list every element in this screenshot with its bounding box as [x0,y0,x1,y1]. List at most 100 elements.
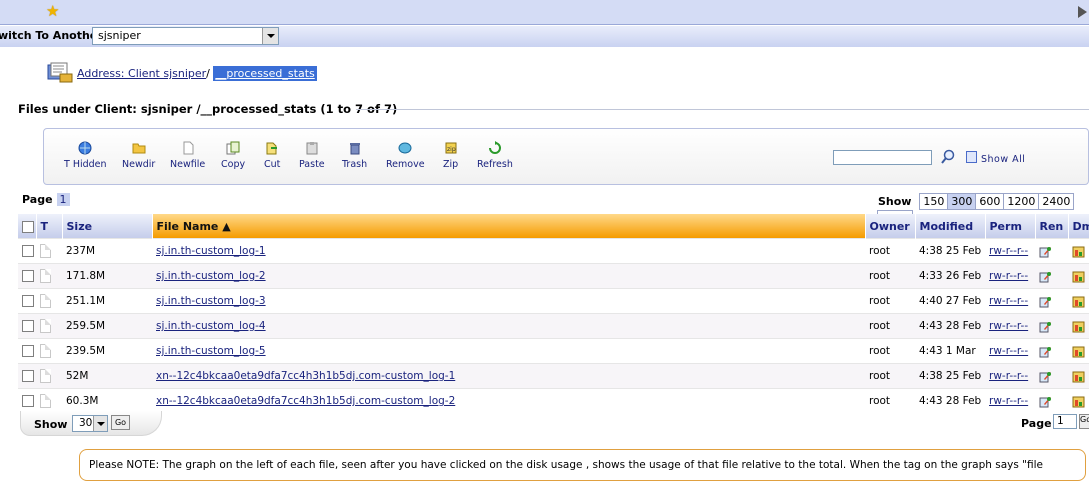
zip-button[interactable]: zip Zip [443,141,458,170]
disk-usage-icon[interactable] [1072,345,1085,358]
disk-usage-icon[interactable] [1072,395,1085,408]
file-name-link[interactable]: sj.in.th-custom_log-5 [156,345,266,357]
search-input[interactable] [833,150,932,165]
file-name-link[interactable]: sj.in.th-custom_log-1 [156,245,266,257]
pagination-bottom: Page 1 Go [1021,414,1089,430]
file-name-link[interactable]: sj.in.th-custom_log-4 [156,320,266,332]
perm-link[interactable]: rw-r--r-- [989,245,1028,257]
col-type[interactable]: T [36,214,63,239]
perm-link[interactable]: rw-r--r-- [989,270,1028,282]
row-select-cell[interactable] [18,388,36,413]
row-select-cell[interactable] [18,363,36,389]
table-header-row: T Size File Name ▲ Owner Modified Perm R… [18,214,1089,239]
select-all-checkbox[interactable] [22,220,34,233]
breadcrumb-current[interactable]: __processed_stats [213,66,317,81]
cut-button[interactable]: Cut [264,141,280,170]
menu-arrow-icon[interactable] [1078,6,1087,18]
bottom-show-select[interactable]: 30 [72,415,108,432]
rename-icon[interactable] [1039,295,1052,308]
pagination-top: Page 1 [22,193,70,206]
col-owner[interactable]: Owner [865,214,916,239]
rename-icon[interactable] [1039,370,1052,383]
row-dm-cell [1068,238,1089,264]
file-icon [183,141,194,155]
row-owner: root [865,338,915,364]
col-dm: Dm [1068,214,1089,239]
bottom-show-go-button[interactable]: Go [111,415,130,430]
row-ren-cell [1035,388,1068,413]
perm-link[interactable]: rw-r--r-- [989,320,1028,332]
file-name-link[interactable]: sj.in.th-custom_log-2 [156,270,266,282]
search-icon[interactable] [940,149,956,165]
disk-usage-icon[interactable] [1072,320,1085,333]
col-file-name[interactable]: File Name ▲ [152,214,866,239]
rename-icon[interactable] [1039,270,1052,283]
chevron-down-icon[interactable] [93,416,107,431]
show-label: Show [878,195,912,208]
row-type-cell [36,363,62,389]
row-select-cell[interactable] [18,288,36,314]
newfile-button[interactable]: Newfile [170,141,205,170]
page-go-button[interactable]: Go [1079,414,1089,429]
row-select-cell[interactable] [18,338,36,364]
remove-button[interactable]: Remove [386,141,425,170]
rename-icon[interactable] [1039,320,1052,333]
rename-icon[interactable] [1039,245,1052,258]
row-checkbox[interactable] [22,345,34,357]
file-name-link[interactable]: xn--12c4bkcaa0eta9dfa7cc4h3h1b5dj.com-cu… [156,395,455,407]
trash-button[interactable]: Trash [342,141,367,170]
row-select-cell[interactable] [18,263,36,289]
client-select[interactable]: sjsniper [92,27,279,45]
chevron-down-icon[interactable] [262,28,278,44]
row-select-cell[interactable] [18,313,36,339]
show-all-button[interactable]: Show All [966,151,1025,165]
col-ren: Ren [1035,214,1069,239]
disk-usage-icon[interactable] [1072,270,1085,283]
perm-link[interactable]: rw-r--r-- [989,370,1028,382]
row-checkbox[interactable] [22,270,34,282]
perm-link[interactable]: rw-r--r-- [989,345,1028,357]
address-book-icon [47,62,73,83]
copy-button[interactable]: Copy [221,141,245,170]
page-input[interactable]: 1 [1053,414,1077,429]
show-option[interactable]: 600 [975,193,1005,210]
rename-icon[interactable] [1039,395,1052,408]
sort-asc-icon: ▲ [222,219,231,233]
col-perm[interactable]: Perm [985,214,1036,239]
row-type-cell [36,288,62,314]
disk-usage-icon[interactable] [1072,295,1085,308]
show-option[interactable]: 150 [919,193,949,210]
row-checkbox[interactable] [22,370,34,382]
col-size[interactable]: Size [62,214,153,239]
show-option[interactable]: 300 [947,193,977,210]
row-checkbox[interactable] [22,395,34,407]
show-option[interactable]: 1200 [1003,193,1040,210]
newdir-button[interactable]: Newdir [122,141,155,170]
perm-link[interactable]: rw-r--r-- [989,295,1028,307]
row-file-name-cell: sj.in.th-custom_log-2 [152,263,865,289]
table-row: 259.5M sj.in.th-custom_log-4 root 4:43 28 F… [18,313,1089,339]
file-name-link[interactable]: xn--12c4bkcaa0eta9dfa7cc4h3h1b5dj.com-cu… [156,370,455,382]
col-modified[interactable]: Modified [915,214,986,239]
file-name-link[interactable]: sj.in.th-custom_log-3 [156,295,266,307]
disk-usage-icon[interactable] [1072,370,1085,383]
perm-link[interactable]: rw-r--r-- [989,395,1028,407]
select-all-cell[interactable] [18,214,37,239]
refresh-button[interactable]: Refresh [477,141,513,170]
table-row: 237M sj.in.th-custom_log-1 root 4:38 25 Feb… [18,238,1089,264]
row-modified: 4:43 28 Feb [915,313,985,339]
row-checkbox[interactable] [22,245,34,257]
row-perm-cell: rw-r--r-- [985,288,1035,314]
breadcrumb-client-link[interactable]: Address: Client sjsniper [77,67,206,80]
row-perm-cell: rw-r--r-- [985,338,1035,364]
rename-icon[interactable] [1039,345,1052,358]
row-checkbox[interactable] [22,295,34,307]
row-select-cell[interactable] [18,238,36,264]
paste-button[interactable]: Paste [299,141,325,170]
t-hidden-button[interactable]: T Hidden [64,141,107,170]
favorite-star-icon[interactable]: ★ [46,4,59,19]
show-option[interactable]: 2400 [1038,193,1075,210]
disk-usage-icon[interactable] [1072,245,1085,258]
page-number-link[interactable]: 1 [56,193,70,206]
row-checkbox[interactable] [22,320,34,332]
